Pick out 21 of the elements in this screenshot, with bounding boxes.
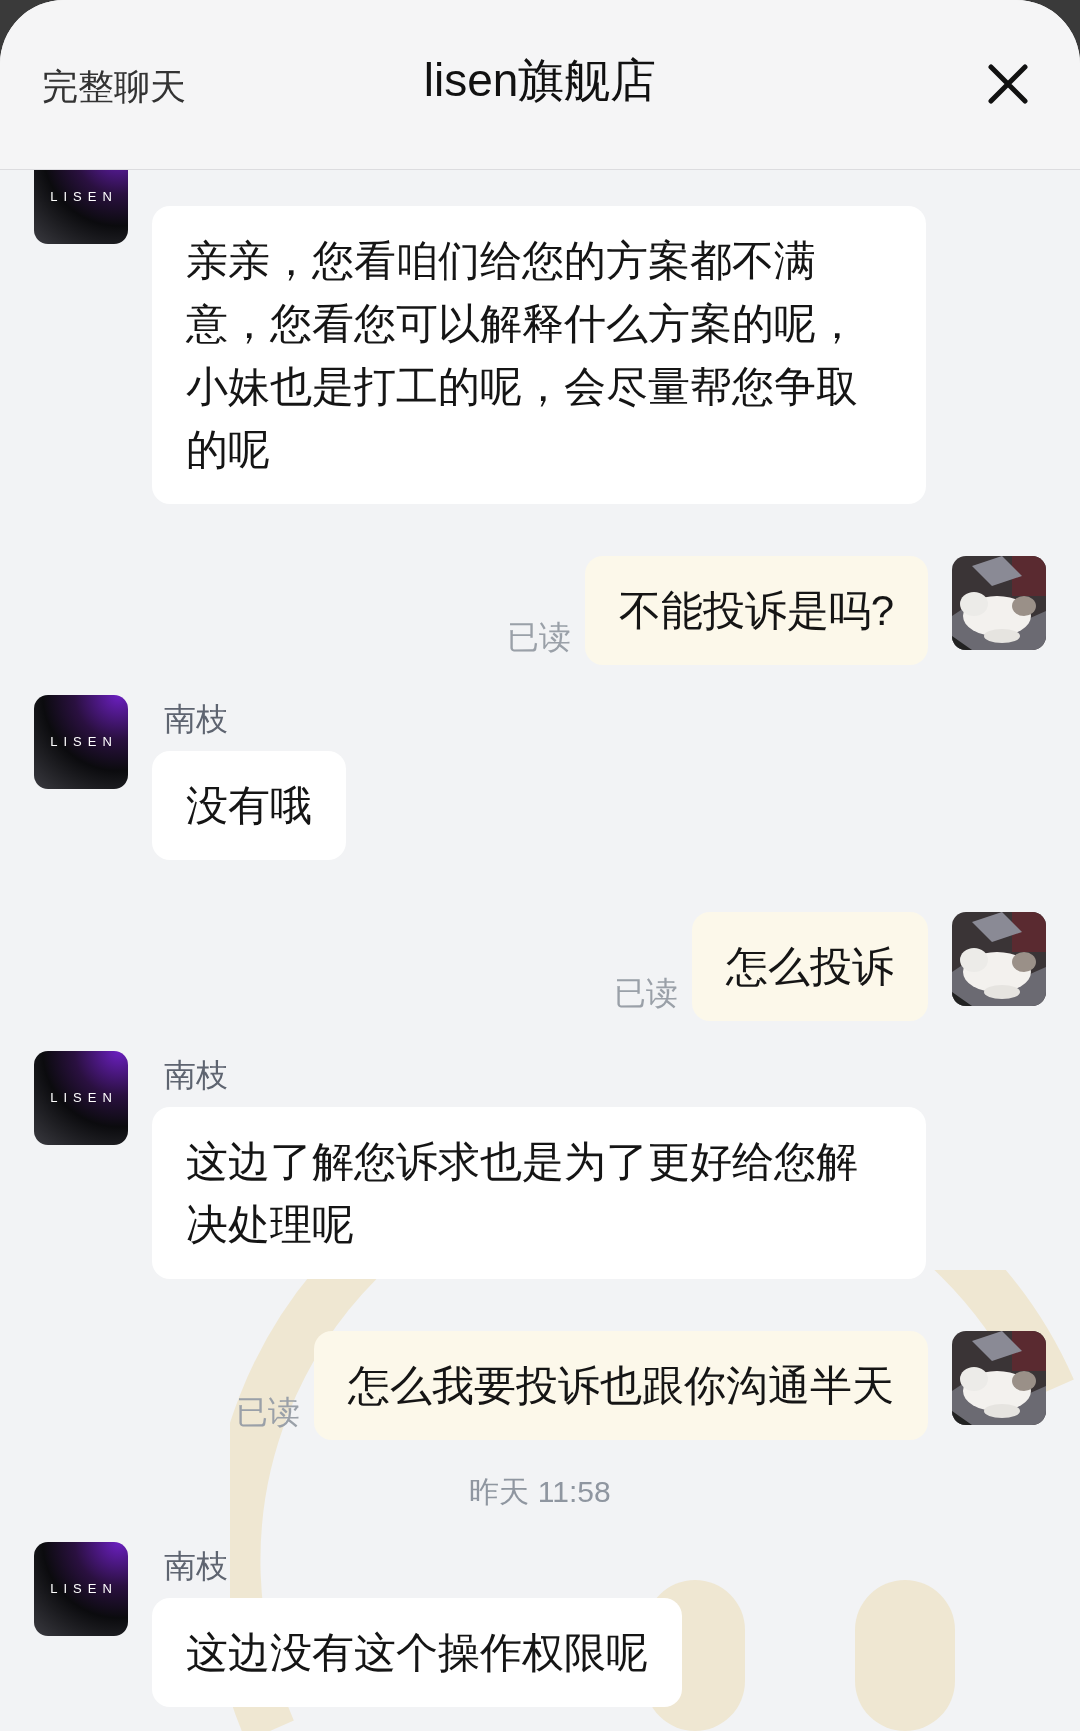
message-bubble: 没有哦 [152,751,346,860]
message-bubble: 不能投诉是吗? [584,556,928,665]
message-bubble: 这边没有这个操作权限呢 [152,1598,682,1707]
window-title: lisen旗舰店 [423,53,657,108]
timestamp: 昨天 11:58 [469,1474,611,1510]
message-bubble: 亲亲，您看咱们给您的方案都不满意，您看您可以解释什么方案的呢，小妹也是打工的呢，会尽量帮您争取的呢 [152,206,926,504]
logo-text: LISEN [49,1089,118,1108]
logo-text: LISEN [49,1580,118,1599]
message-bubble: 怎么投诉 [692,912,928,1021]
sender-name: 南枝 [164,1547,228,1586]
sender-name: 南枝 [164,1056,228,1095]
read-status: 已读 [236,1393,300,1432]
message-bubble: 怎么我要投诉也跟你沟通半天 [314,1331,928,1440]
full-chat-label[interactable]: 完整聊天 [42,60,186,114]
logo-text: LISEN [49,188,118,207]
sender-name: 南枝 [164,700,228,739]
message-bubble: 这边了解您诉求也是为了更好给您解决处理呢 [152,1107,926,1279]
read-status: 已读 [614,974,678,1013]
logo-text: LISEN [49,733,118,752]
close-icon[interactable] [988,64,1028,104]
read-status: 已读 [506,618,571,657]
